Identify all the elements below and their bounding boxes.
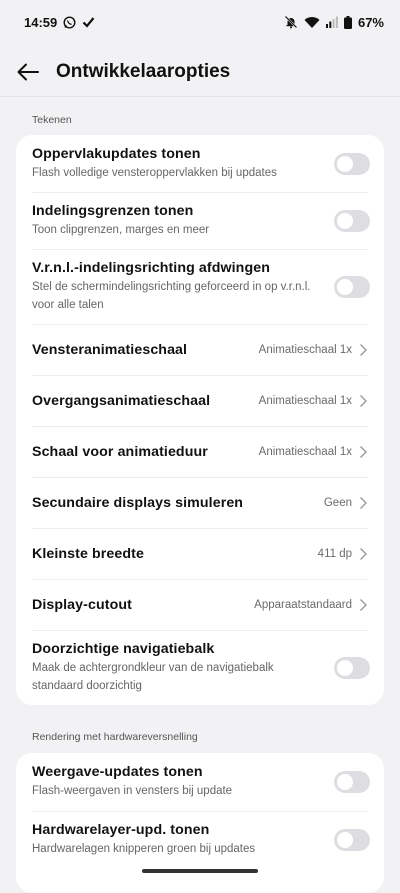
battery-icon [343, 15, 352, 29]
row-value: Animatieschaal 1x [258, 445, 352, 458]
status-right: 67% [284, 15, 384, 30]
setting-row-smallest-width[interactable]: Kleinste breedte 411 dp [16, 528, 384, 579]
row-title: Kleinste breedte [32, 545, 144, 562]
chevron-right-icon [360, 496, 367, 509]
page-title: Ontwikkelaaropties [56, 61, 231, 82]
toggle-switch[interactable] [334, 209, 370, 232]
toggle-knob [337, 774, 353, 790]
toggle-knob [337, 278, 353, 295]
toggle-knob [337, 659, 353, 676]
status-time: 14:59 [24, 14, 58, 30]
setting-row-view-updates[interactable]: Weergave-updates tonen Flash-weergaven i… [16, 753, 384, 811]
chevron-right-icon [360, 343, 367, 356]
setting-row-hardware-layer-updates[interactable]: Hardwarelayer-upd. tonen Hardwarelagen k… [16, 811, 384, 868]
row-value-group: Animatieschaal 1x [259, 394, 368, 408]
row-value: Animatieschaal 1x [258, 343, 352, 356]
chevron-right-icon [360, 547, 367, 560]
row-title: Display-cutout [32, 596, 132, 613]
bell-off-icon [284, 15, 298, 29]
row-text: V.r.n.l.-indelingsrichting afdwingen Ste… [32, 260, 312, 314]
setting-row-transition-animation-scale[interactable]: Overgangsanimatieschaal Animatieschaal 1… [16, 375, 384, 426]
setting-row-display-cutout[interactable]: Display-cutout Apparaatstandaard [16, 579, 384, 630]
section-label-tekenen: Tekenen [32, 114, 72, 126]
row-value-group: 411 dp [318, 547, 368, 561]
header-divider [0, 96, 400, 97]
status-bar: 14:59 67% [0, 0, 400, 44]
row-text: Weergave-updates tonen Flash-weergaven i… [32, 764, 232, 800]
row-subtitle: Flash-weergaven in vensters bij update [32, 785, 233, 797]
row-subtitle: Maak de achtergrondkleur van de navigati… [32, 661, 274, 692]
chevron-right-icon [360, 394, 367, 407]
setting-row-surface-updates[interactable]: Oppervlakupdates tonen Flash volledige v… [16, 135, 384, 192]
chevron-right-icon [360, 598, 367, 611]
row-value: Geen [323, 496, 352, 509]
row-value: 411 dp [317, 547, 352, 560]
row-title: Secundaire displays simuleren [32, 494, 244, 511]
toggle-switch[interactable] [334, 771, 370, 793]
toggle-switch[interactable] [334, 828, 370, 851]
setting-row-simulate-secondary-displays[interactable]: Secundaire displays simuleren Geen [16, 477, 384, 528]
setting-row-animator-duration-scale[interactable]: Schaal voor animatieduur Animatieschaal … [16, 426, 384, 477]
status-left: 14:59 [24, 15, 95, 30]
battery-percent: 67% [357, 14, 384, 30]
row-subtitle: Flash volledige vensteroppervlakken bij … [32, 166, 277, 179]
row-title: Oppervlakupdates tonen [32, 145, 201, 162]
chevron-right-icon [360, 445, 367, 458]
back-arrow-icon [17, 63, 39, 81]
row-value-group: Apparaatstandaard [254, 598, 368, 612]
setting-row-layout-bounds[interactable]: Indelingsgrenzen tonen Toon clipgrenzen,… [16, 192, 384, 249]
setting-row-transparent-navbar[interactable]: Doorzichtige navigatiebalk Maak de achte… [16, 630, 384, 705]
row-title: Indelingsgrenzen tonen [32, 202, 194, 219]
toggle-switch[interactable] [334, 275, 370, 298]
setting-row-rtl-layout[interactable]: V.r.n.l.-indelingsrichting afdwingen Ste… [16, 249, 384, 324]
row-title: Vensteranimatieschaal [32, 341, 188, 358]
row-subtitle: Stel de schermindelingsrichting geforcee… [32, 280, 311, 311]
row-text: Indelingsgrenzen tonen Toon clipgrenzen,… [32, 203, 209, 239]
row-title: Hardwarelayer-upd. tonen [32, 821, 210, 838]
back-button[interactable] [14, 58, 42, 86]
row-title: Doorzichtige navigatiebalk [32, 640, 215, 657]
wifi-icon [304, 16, 320, 29]
toggle-knob [337, 155, 353, 172]
signal-icon [325, 16, 338, 28]
settings-card-tekenen: Oppervlakupdates tonen Flash volledige v… [16, 135, 384, 705]
whatsapp-icon [63, 15, 76, 29]
row-value-group: Animatieschaal 1x [259, 445, 368, 459]
toggle-knob [337, 212, 353, 229]
section-label-hardware-rendering: Rendering met hardwareversnelling [32, 731, 198, 743]
row-text: Hardwarelayer-upd. tonen Hardwarelagen k… [32, 822, 255, 858]
row-text: Oppervlakupdates tonen Flash volledige v… [32, 146, 277, 182]
toggle-knob [337, 831, 353, 848]
row-title: V.r.n.l.-indelingsrichting afdwingen [32, 259, 270, 276]
row-title: Weergave-updates tonen [32, 764, 203, 780]
row-title: Schaal voor animatieduur [32, 443, 208, 460]
home-indicator[interactable] [142, 869, 258, 873]
row-value-group: Geen [324, 496, 368, 510]
row-subtitle: Toon clipgrenzen, marges en meer [32, 223, 210, 236]
row-value-group: Animatieschaal 1x [259, 343, 368, 357]
app-bar: Ontwikkelaaropties [0, 48, 400, 96]
row-title: Overgangsanimatieschaal [32, 392, 211, 409]
row-value: Apparaatstandaard [254, 598, 352, 611]
checkmark-icon [82, 16, 95, 28]
setting-row-window-animation-scale[interactable]: Vensteranimatieschaal Animatieschaal 1x [16, 324, 384, 375]
row-subtitle: Hardwarelagen knipperen groen bij update… [32, 842, 256, 855]
toggle-switch[interactable] [334, 656, 370, 679]
row-value: Animatieschaal 1x [258, 394, 352, 407]
toggle-switch[interactable] [334, 152, 370, 175]
row-text: Doorzichtige navigatiebalk Maak de achte… [32, 641, 312, 695]
